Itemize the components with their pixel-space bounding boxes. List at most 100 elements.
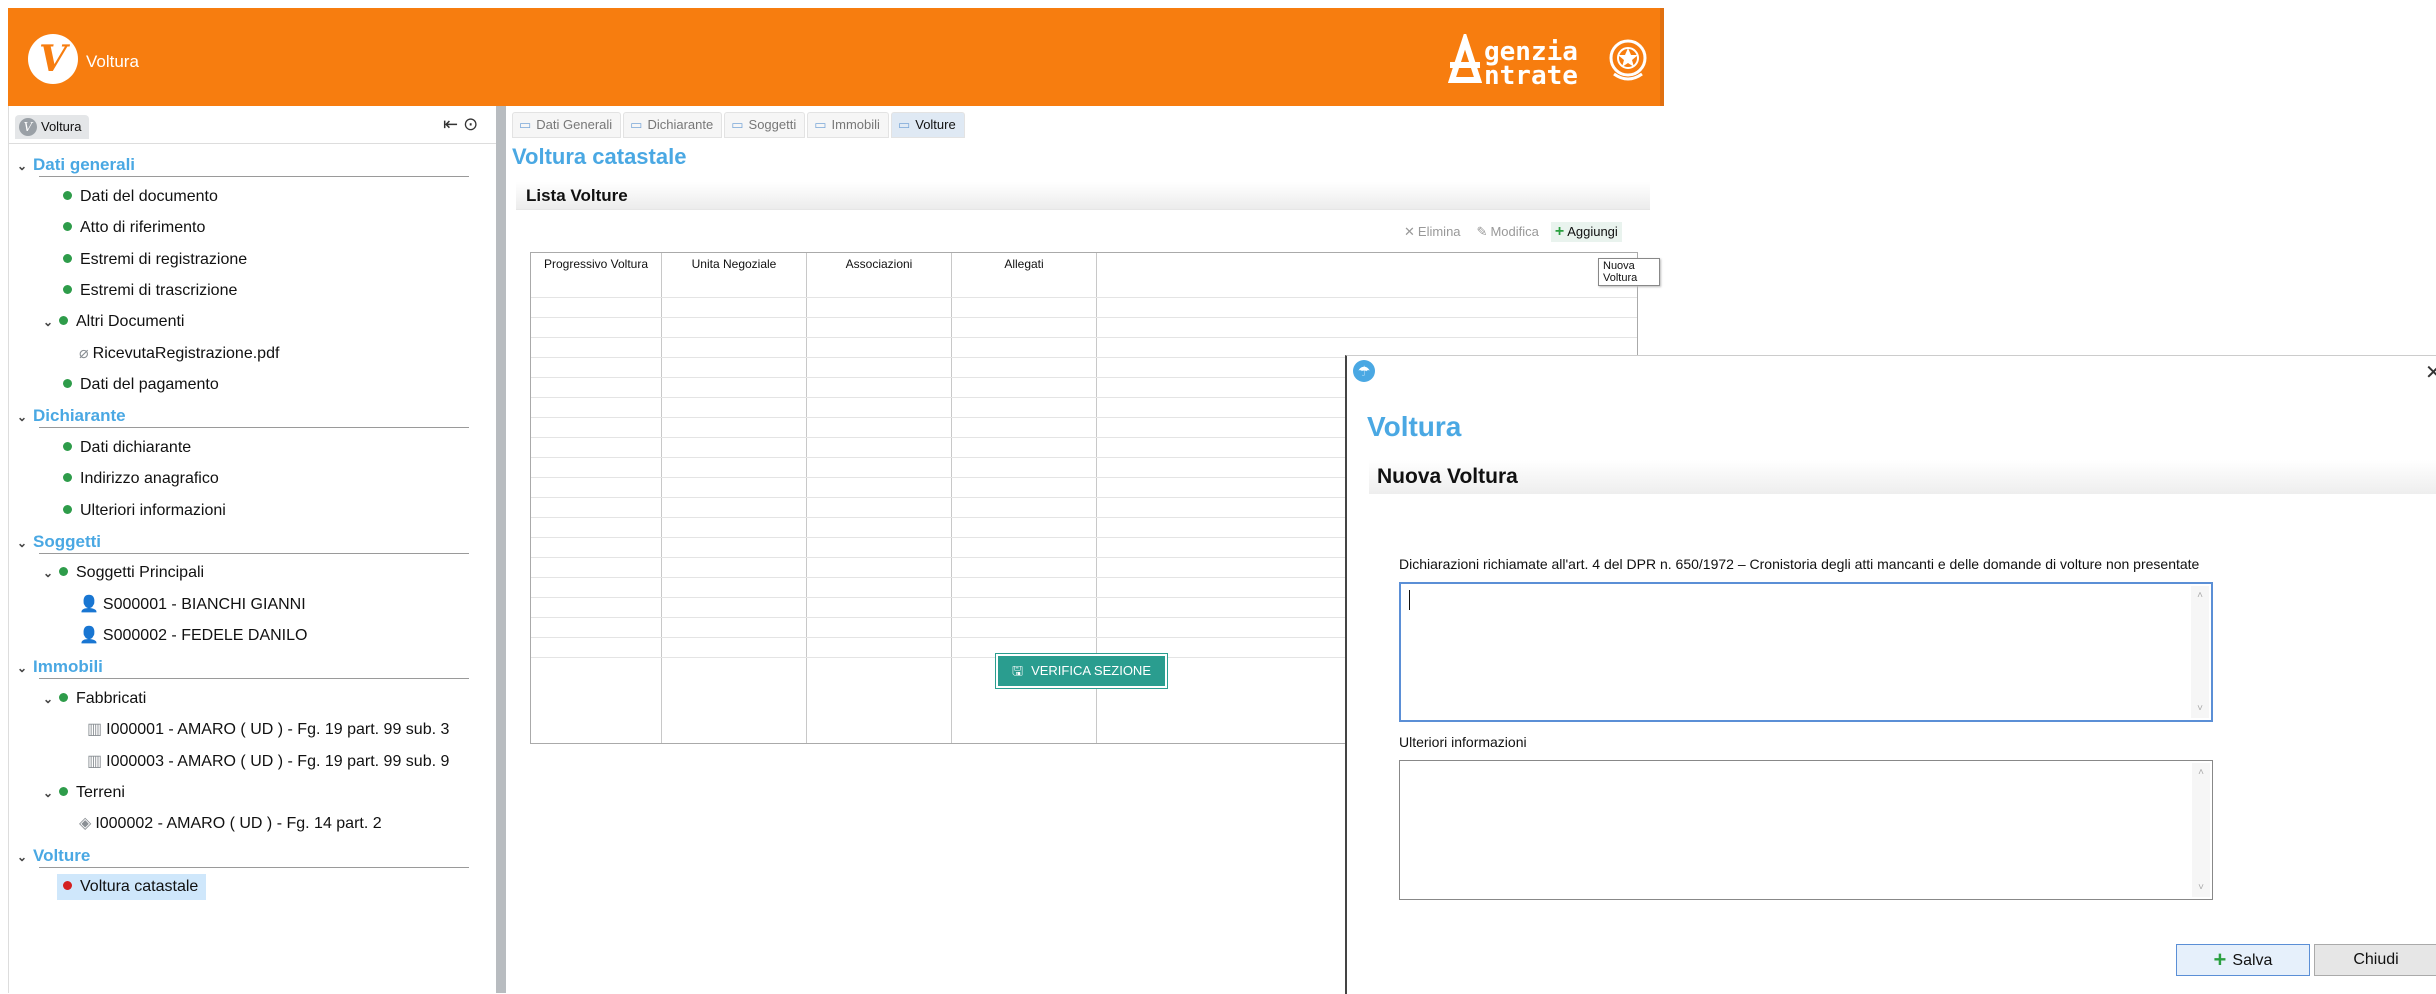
sidebar-tab[interactable]: V Voltura (15, 115, 90, 139)
grid-row-line (531, 337, 1637, 338)
status-dot-icon (63, 285, 72, 294)
tree-item-soggetto-1[interactable]: 👤 S000001 - BIANCHI GIANNI (79, 592, 306, 618)
tree-item-immobile-1[interactable]: ▥ I000001 - AMARO ( UD ) - Fg. 19 part. 9… (87, 717, 449, 743)
delete-button[interactable]: ✕ Elimina (1400, 222, 1465, 242)
dialog-subtitle: Nuova Voltura (1369, 460, 2436, 494)
tree-item-estremi-registrazione[interactable]: Estremi di registrazione (63, 247, 247, 273)
tab-page-icon: ▭ (814, 117, 827, 132)
chevron-down-icon: ⌄ (43, 315, 54, 329)
save-button[interactable]: + Salva (2176, 944, 2310, 976)
agenzia-a-icon (1448, 34, 1482, 83)
tab-page-icon: ▭ (897, 117, 911, 132)
ulteriori-informazioni-textarea[interactable]: ˄ ˅ (1399, 760, 2213, 900)
tree-item-dati-pagamento[interactable]: Dati del pagamento (63, 372, 219, 398)
add-button[interactable]: + Aggiungi (1550, 222, 1622, 242)
dichiarazioni-textarea[interactable]: ˄ ˅ (1399, 582, 2213, 722)
dialog-app-icon: ☂ (1353, 360, 1375, 382)
section-header: Lista Volture (516, 182, 1650, 210)
plus-icon: + (1554, 223, 1565, 240)
expand-all-icon[interactable]: ⊙ (463, 114, 478, 134)
save-disk-icon: 🖫 (1012, 663, 1024, 678)
verify-section-button[interactable]: 🖫 VERIFICA SEZIONE (995, 653, 1168, 689)
header-bar: V Voltura genzia ntrate (8, 8, 1664, 106)
italian-emblem-icon (1609, 39, 1647, 81)
tab-soggetti[interactable]: ▭ Soggetti (724, 112, 806, 138)
land-parcel-icon: ◈ (79, 815, 92, 832)
tree-item-dati-dichiarante[interactable]: Dati dichiarante (63, 435, 191, 461)
textarea-scrollbar[interactable]: ˄ ˅ (2191, 586, 2209, 718)
tree-item-indirizzo-anagrafico[interactable]: Indirizzo anagrafico (63, 466, 219, 492)
tab-immobili[interactable]: ▭ Immobili (807, 112, 889, 138)
tab-page-icon: ▭ (519, 117, 532, 132)
pencil-icon: ✎ (1476, 224, 1488, 239)
dichiarazioni-label: Dichiarazioni richiamate all'art. 4 del … (1399, 556, 2200, 572)
sidebar-tab-label: Voltura (41, 119, 82, 134)
tree-item-fabbricati[interactable]: ⌄ Fabbricati (43, 686, 146, 712)
tree-item-voltura-catastale[interactable]: Voltura catastale (57, 874, 207, 900)
edit-button[interactable]: ✎ Modifica (1473, 222, 1543, 242)
tab-dati-generali[interactable]: ▭ Dati Generali (512, 112, 622, 138)
scroll-up-icon: ˄ (2197, 590, 2203, 601)
sidebar-splitter[interactable] (496, 106, 506, 993)
section-soggetti[interactable]: ⌄ Soggetti (17, 529, 101, 555)
column-header-associazioni[interactable]: Associazioni (807, 257, 951, 271)
tree-item-estremi-trascrizione[interactable]: Estremi di trascrizione (63, 278, 237, 304)
tree-item-immobile-2[interactable]: ◈ I000002 - AMARO ( UD ) - Fg. 14 part. 2 (79, 811, 382, 837)
agency-line-2: ntrate (1484, 61, 1578, 91)
column-header-progressivo[interactable]: Progressivo Voltura (531, 257, 661, 271)
voltura-mini-logo-icon: V (19, 118, 37, 136)
section-dati-generali[interactable]: ⌄ Dati generali (17, 152, 135, 178)
navigation-sidebar: V Voltura ⇤ ⊙ ⌄ Dati generali Dati del do… (8, 106, 497, 993)
section-dichiarante[interactable]: ⌄ Dichiarante (17, 403, 126, 429)
building-icon: ▥ (87, 721, 103, 738)
chevron-down-icon: ⌄ (43, 786, 54, 800)
text-caret (1409, 590, 1410, 610)
ulteriori-informazioni-label: Ulteriori informazioni (1399, 734, 1527, 750)
grid-row-line (531, 317, 1637, 318)
status-dot-icon (63, 222, 72, 231)
dialog-title: Voltura (1367, 411, 1462, 442)
section-tabs: ▭ Dati Generali ▭ Dichiarante ▭ Soggetti ▭ I… (512, 112, 965, 138)
tab-page-icon: ▭ (630, 117, 643, 132)
scroll-down-icon: ˅ (2198, 882, 2204, 893)
grid-toolbar: ✕ Elimina ✎ Modifica + Aggiungi (1400, 222, 1622, 242)
tree-item-altri-documenti[interactable]: ⌄ Altri Documenti (43, 309, 184, 335)
scroll-up-icon: ˄ (2198, 767, 2204, 778)
tree-item-immobile-3[interactable]: ▥ I000003 - AMARO ( UD ) - Fg. 19 part. 9… (87, 749, 449, 775)
section-volture[interactable]: ⌄ Volture (17, 843, 90, 869)
textarea-scrollbar[interactable]: ˄ ˅ (2192, 763, 2210, 897)
voltura-logo: V (28, 34, 78, 84)
close-button[interactable]: Chiudi (2314, 944, 2436, 976)
status-dot-icon (59, 567, 68, 576)
tree-item-ulteriori-informazioni[interactable]: Ulteriori informazioni (63, 498, 226, 524)
status-dot-icon (63, 191, 72, 200)
chevron-down-icon: ⌄ (17, 661, 28, 675)
close-icon: ✕ (1404, 224, 1415, 239)
chevron-down-icon: ⌄ (17, 410, 28, 424)
section-immobili[interactable]: ⌄ Immobili (17, 654, 103, 680)
status-dot-icon (63, 254, 72, 263)
tab-dichiarante[interactable]: ▭ Dichiarante (623, 112, 723, 138)
grid-row-line (531, 297, 1637, 298)
status-dot-icon (59, 787, 68, 796)
chevron-down-icon: ⌄ (43, 566, 54, 580)
agenzia-entrate-logo: genzia ntrate (1448, 30, 1648, 90)
close-icon[interactable]: ✕ (2425, 360, 2436, 385)
status-dot-icon (63, 473, 72, 482)
tree-item-soggetto-2[interactable]: 👤 S000002 - FEDELE DANILO (79, 623, 307, 649)
status-dot-icon (63, 505, 72, 514)
column-header-unita[interactable]: Unita Negoziale (662, 257, 806, 271)
tab-page-icon: ▭ (731, 117, 744, 132)
column-header-allegati[interactable]: Allegati (952, 257, 1096, 271)
plus-icon: + (2213, 947, 2227, 972)
status-dot-icon (63, 379, 72, 388)
tree-item-dati-documento[interactable]: Dati del documento (63, 184, 218, 210)
tree-item-ricevuta-pdf[interactable]: ⌀ RicevutaRegistrazione.pdf (79, 341, 279, 367)
tree-item-atto-riferimento[interactable]: Atto di riferimento (63, 215, 205, 241)
tree-item-terreni[interactable]: ⌄ Terreni (43, 780, 125, 806)
status-dot-icon (59, 693, 68, 702)
collapse-sidebar-icon[interactable]: ⇤ (443, 114, 458, 134)
tree-item-soggetti-principali[interactable]: ⌄ Soggetti Principali (43, 560, 204, 586)
tab-volture[interactable]: ▭ Volture (890, 112, 965, 138)
person-icon: 👤 (79, 596, 99, 613)
